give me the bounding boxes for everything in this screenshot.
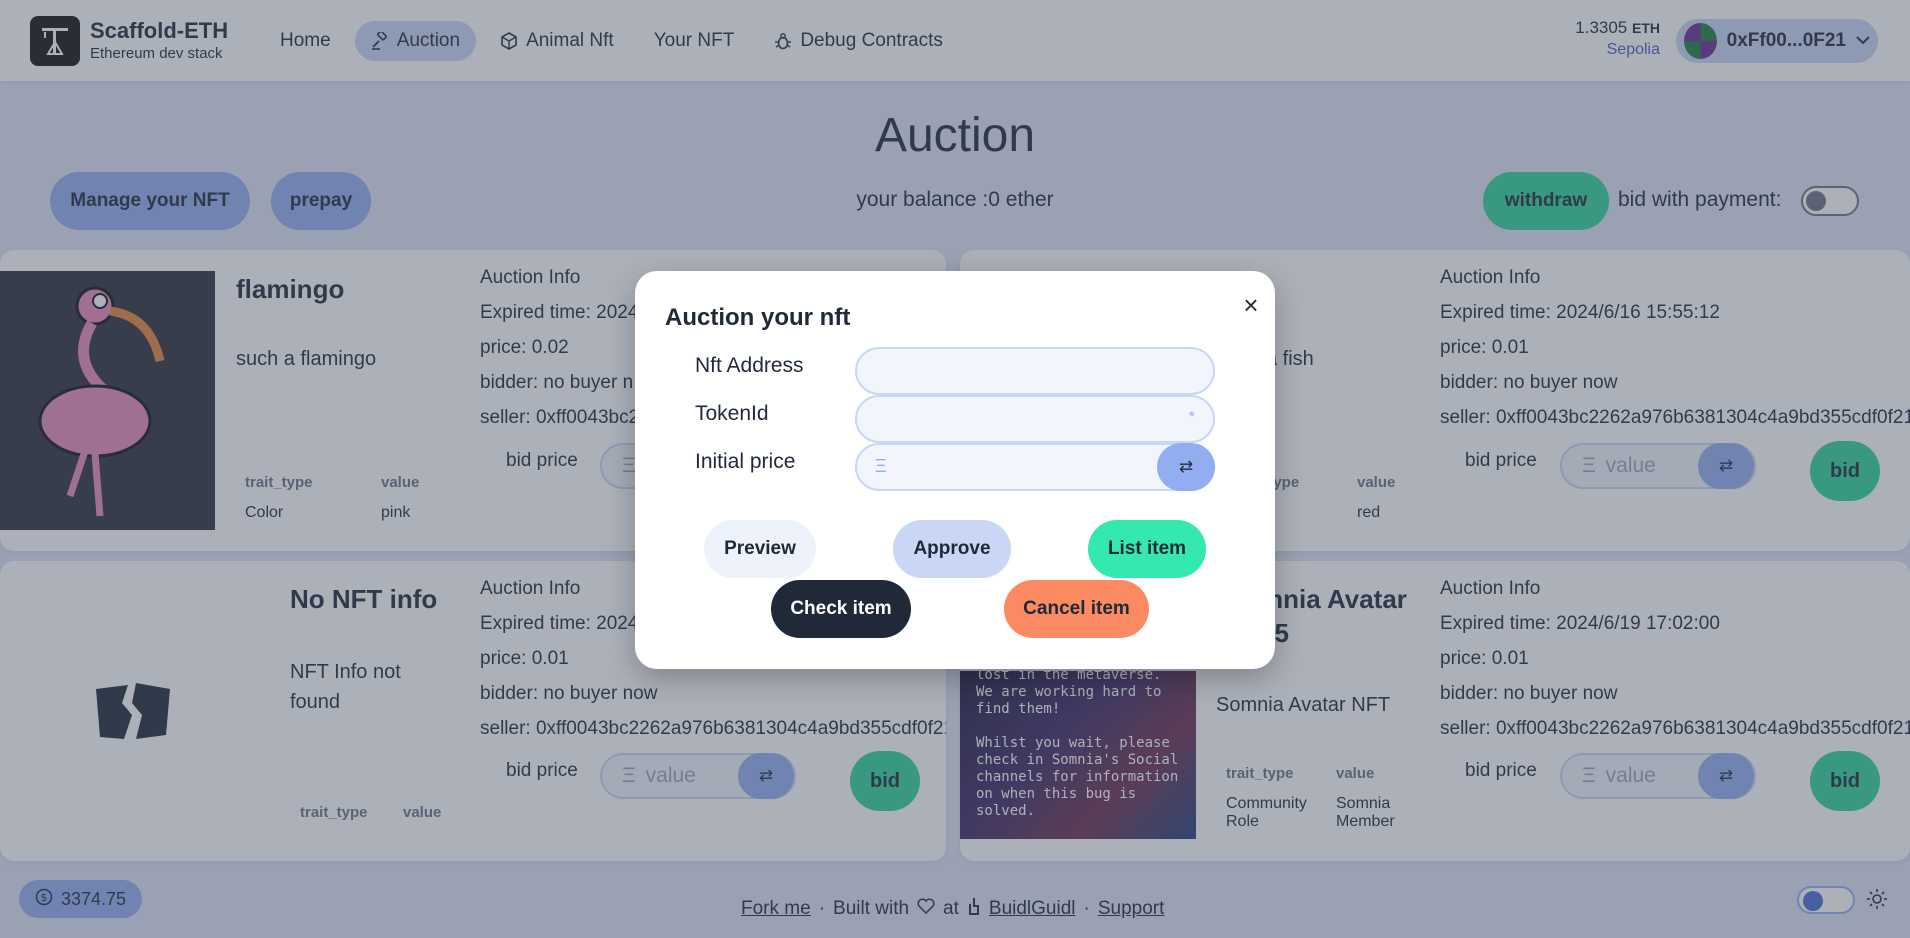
list-item-button[interactable]: List item bbox=[1088, 520, 1206, 578]
convert-currency-button[interactable]: ⇄ bbox=[1157, 443, 1215, 491]
cancel-item-button[interactable]: Cancel item bbox=[1004, 580, 1149, 638]
nft-address-label: Nft Address bbox=[695, 354, 804, 377]
initial-price-label: Initial price bbox=[695, 450, 796, 473]
preview-button[interactable]: Preview bbox=[704, 520, 816, 578]
modal-title: Auction your nft bbox=[665, 304, 851, 331]
close-icon[interactable]: × bbox=[1235, 289, 1267, 321]
initial-price-input[interactable]: Ξ ⇄ bbox=[855, 443, 1215, 491]
auction-nft-modal: Auction your nft × Nft Address TokenId *… bbox=[635, 271, 1275, 669]
token-id-suffix: * bbox=[1188, 409, 1195, 426]
token-id-label: TokenId bbox=[695, 402, 769, 425]
token-id-input[interactable]: * bbox=[855, 395, 1215, 443]
nft-address-input[interactable] bbox=[855, 347, 1215, 395]
eth-symbol-icon: Ξ bbox=[875, 456, 887, 476]
check-item-button[interactable]: Check item bbox=[771, 580, 911, 638]
approve-button[interactable]: Approve bbox=[893, 520, 1011, 578]
app-page: Scaffold-ETH Ethereum dev stack Home Auc… bbox=[0, 0, 1910, 938]
